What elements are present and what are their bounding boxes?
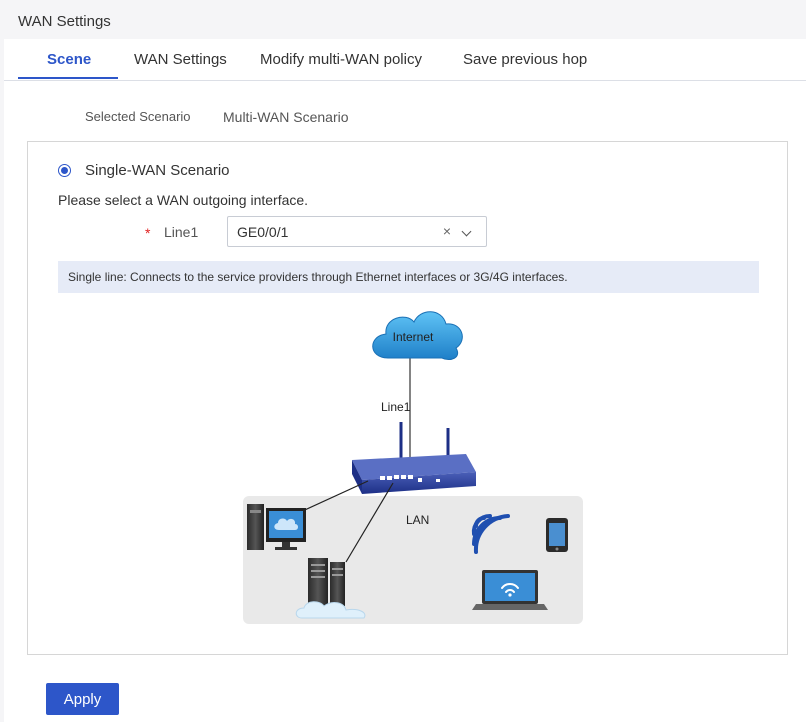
- apply-button[interactable]: Apply: [46, 683, 119, 715]
- diagram-line1-label: Line1: [381, 400, 411, 414]
- internet-label: Internet: [393, 330, 434, 344]
- tab-wan-settings[interactable]: WAN Settings: [134, 51, 227, 68]
- subtab-selected-scenario[interactable]: Selected Scenario: [85, 109, 191, 124]
- tab-modify-multi-wan-policy[interactable]: Modify multi-WAN policy: [260, 51, 422, 68]
- tab-scene[interactable]: Scene: [47, 51, 91, 68]
- subtab-multi-wan-scenario[interactable]: Multi-WAN Scenario: [223, 109, 349, 125]
- lan-label: LAN: [406, 513, 429, 527]
- page-title: WAN Settings: [18, 13, 111, 30]
- main-panel: Scene WAN Settings Modify multi-WAN poli…: [4, 39, 806, 722]
- router-icon: [352, 422, 476, 494]
- single-wan-topology-diagram: Internet Line1 LAN: [243, 311, 583, 624]
- tab-save-previous-hop[interactable]: Save previous hop: [463, 51, 587, 68]
- tab-bar: Scene WAN Settings Modify multi-WAN poli…: [4, 39, 806, 81]
- smartphone-icon: [546, 518, 568, 552]
- laptop-icon: [472, 570, 548, 610]
- active-tab-indicator: [18, 77, 118, 79]
- scenario-box: Single-WAN Scenario Please select a WAN …: [27, 141, 788, 655]
